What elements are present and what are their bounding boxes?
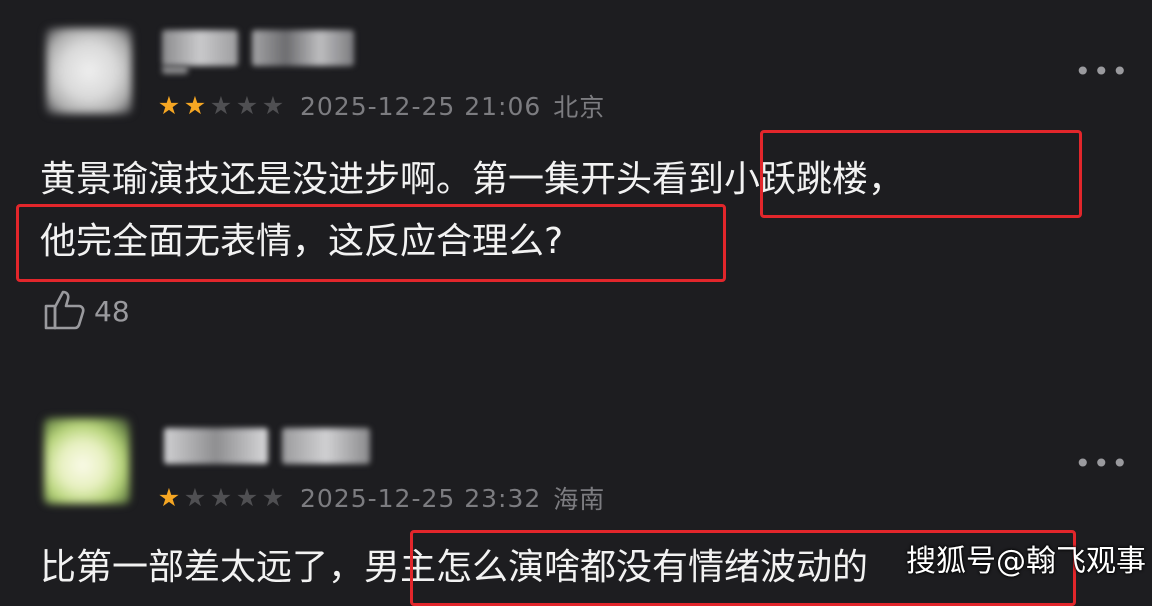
star-empty-icon: ★	[235, 91, 259, 120]
star-empty-icon: ★	[261, 483, 285, 512]
comment-text-line: 比第一部差太远了，男主怎么演啥都没有情绪波动的	[40, 547, 869, 588]
comment-location: 海南	[553, 485, 606, 514]
star-empty-icon: ★	[209, 91, 233, 120]
thumbs-up-icon	[42, 286, 88, 336]
watermark: 搜狐号@翰飞观事	[906, 544, 1146, 579]
username-blurred	[162, 66, 188, 74]
username-blurred[interactable]	[282, 428, 370, 464]
star-filled-icon: ★	[157, 483, 181, 512]
username-blurred[interactable]	[164, 428, 268, 464]
comment-meta: ★ ★ ★ ★ ★ 2025-12-25 21:06 北京	[156, 90, 606, 123]
username-blurred[interactable]	[252, 30, 354, 66]
star-empty-icon: ★	[235, 483, 259, 512]
avatar[interactable]	[44, 418, 130, 504]
comment-text-line: 他完全面无表情，这反应合理么?	[40, 221, 564, 262]
comment-location: 北京	[553, 93, 606, 122]
more-options-icon[interactable]: •••	[1074, 58, 1130, 86]
star-empty-icon: ★	[261, 91, 285, 120]
like-button[interactable]: 48	[42, 286, 130, 336]
star-empty-icon: ★	[183, 483, 207, 512]
comment-meta: ★ ★ ★ ★ ★ 2025-12-25 23:32 海南	[156, 482, 606, 515]
comment-text-line: 黄景瑜演技还是没进步啊。第一集开头看到小跃跳楼，	[40, 159, 905, 200]
comment-datetime: 2025-12-25 23:32	[300, 483, 542, 513]
rating-stars: ★ ★ ★ ★ ★	[156, 484, 286, 512]
like-count: 48	[94, 294, 130, 328]
star-filled-icon: ★	[157, 91, 181, 120]
username-blurred[interactable]	[162, 30, 238, 66]
more-options-icon[interactable]: •••	[1074, 450, 1130, 478]
rating-stars: ★ ★ ★ ★ ★	[156, 92, 286, 120]
star-filled-icon: ★	[183, 91, 207, 120]
avatar[interactable]	[46, 28, 132, 114]
star-empty-icon: ★	[209, 483, 233, 512]
comment-datetime: 2025-12-25 21:06	[300, 91, 542, 121]
